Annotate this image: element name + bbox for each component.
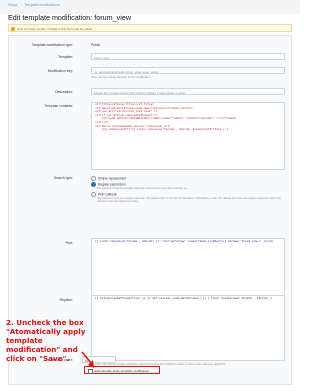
arrow-line <box>81 351 93 365</box>
annotation-arrow <box>81 351 94 368</box>
